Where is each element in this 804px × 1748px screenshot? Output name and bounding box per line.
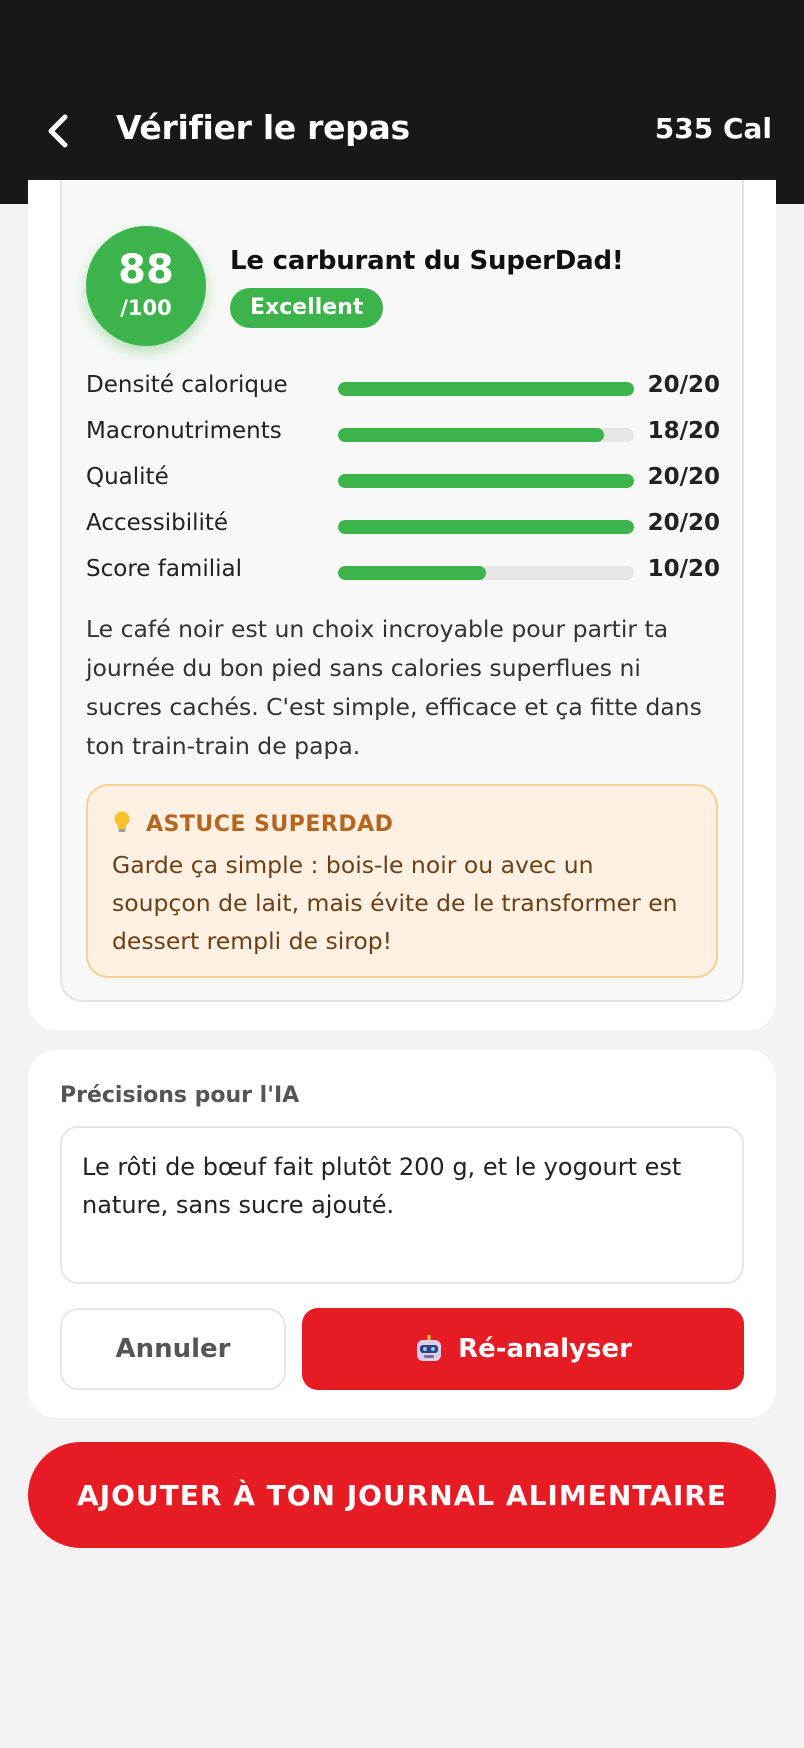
metric-progress-fill (338, 382, 634, 396)
metric-row-quality: Qualité 20/20 (86, 462, 720, 496)
metric-value: 20/20 (647, 372, 720, 398)
tip-title: ASTUCE SUPERDAD (146, 812, 394, 837)
back-button[interactable] (36, 104, 80, 158)
metric-progress-bar (338, 428, 634, 442)
metric-progress-bar (338, 566, 634, 580)
score-value: 88 (118, 247, 174, 293)
metric-row-family-score: Score familial 10/20 (86, 554, 720, 588)
metric-label: Qualité (86, 464, 169, 490)
metric-progress-fill (338, 428, 605, 442)
tip-header: ASTUCE SUPERDAD (112, 810, 393, 839)
metric-progress-bar (338, 474, 634, 488)
add-to-food-journal-button[interactable]: AJOUTER À TON JOURNAL ALIMENTAIRE (28, 1442, 776, 1548)
score-description: Le café noir est un choix incroyable pou… (86, 615, 702, 760)
score-circle: 88 /100 (86, 226, 206, 346)
score-heading: Le carburant du SuperDad! (230, 246, 624, 276)
metric-row-calorie-density: Densité calorique 20/20 (86, 370, 720, 404)
metric-progress-fill (338, 474, 634, 488)
chevron-left-icon (48, 114, 68, 148)
metric-value: 10/20 (647, 556, 720, 582)
calorie-total: 535 Cal (654, 112, 772, 145)
metric-progress-fill (338, 520, 634, 534)
rating-badge: Excellent (230, 288, 384, 328)
metric-value: 20/20 (647, 510, 720, 536)
page-title: Vérifier le repas (116, 108, 410, 147)
metric-label: Densité calorique (86, 372, 288, 398)
metric-progress-fill (338, 566, 486, 580)
metric-label: Accessibilité (86, 510, 229, 536)
top-app-bar (0, 0, 804, 204)
reanalyze-button[interactable]: Ré-analyser (302, 1308, 744, 1390)
lightbulb-icon (112, 810, 132, 839)
ai-input-label: Précisions pour l'IA (60, 1083, 300, 1108)
tip-box: ASTUCE SUPERDAD Garde ça simple : bois-l… (86, 784, 718, 978)
reanalyze-label: Ré-analyser (458, 1334, 632, 1364)
metric-row-accessibility: Accessibilité 20/20 (86, 508, 720, 542)
ai-precision-input[interactable]: Le rôti de bœuf fait plutôt 200 g, et le… (60, 1126, 744, 1284)
metric-value: 18/20 (647, 418, 720, 444)
metric-progress-bar (338, 382, 634, 396)
tip-text: Garde ça simple : bois-le noir ou avec u… (112, 851, 678, 955)
score-max: /100 (120, 296, 172, 320)
metric-value: 20/20 (647, 464, 720, 490)
robot-icon (417, 1335, 442, 1361)
cancel-button[interactable]: Annuler (60, 1308, 286, 1390)
metric-label: Score familial (86, 556, 242, 582)
metric-progress-bar (338, 520, 634, 534)
metric-row-macronutrients: Macronutriments 18/20 (86, 416, 720, 450)
metric-label: Macronutriments (86, 418, 282, 444)
